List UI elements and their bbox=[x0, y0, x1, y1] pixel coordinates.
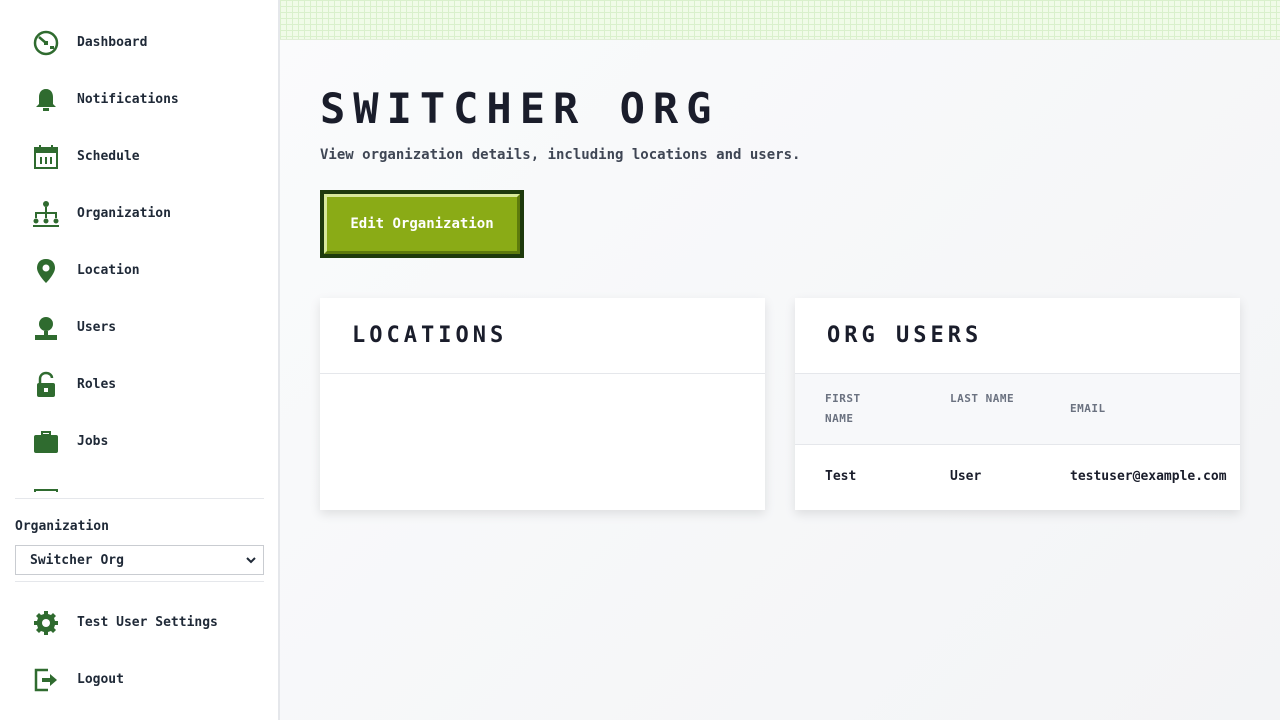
page-title: Switcher Org bbox=[320, 84, 720, 133]
table-row[interactable]: Test User testuser@example.com bbox=[795, 445, 1240, 509]
user-icon bbox=[30, 312, 62, 344]
column-header-email[interactable]: Email bbox=[1070, 399, 1106, 419]
sidebar-item-label: Organization bbox=[77, 206, 171, 221]
settings-button[interactable]: Test User Settings bbox=[0, 594, 278, 651]
main-content: Switcher Org View organization details, … bbox=[280, 0, 1280, 720]
logout-label: Logout bbox=[77, 672, 124, 687]
sidebar-item-schedule[interactable]: Schedule bbox=[0, 128, 278, 185]
header-pattern bbox=[280, 0, 1280, 40]
calendar-icon bbox=[30, 483, 62, 492]
chevron-down-icon bbox=[246, 557, 256, 564]
sidebar-item-organization[interactable]: Organization bbox=[0, 185, 278, 242]
settings-label: Test User Settings bbox=[77, 615, 218, 630]
sidebar-nav: Dashboard Notifications Schedule Organiz… bbox=[0, 0, 278, 492]
org-select-label: Organization bbox=[15, 519, 109, 534]
sidebar-item-dashboard[interactable]: Dashboard bbox=[0, 14, 278, 71]
briefcase-icon bbox=[30, 426, 62, 458]
sidebar-item-users[interactable]: Users bbox=[0, 299, 278, 356]
lock-icon bbox=[30, 369, 62, 401]
logout-icon bbox=[30, 664, 62, 696]
org-select[interactable]: Switcher Org bbox=[15, 545, 264, 575]
cell-first-name: Test bbox=[825, 469, 857, 484]
sidebar: Dashboard Notifications Schedule Organiz… bbox=[0, 0, 280, 720]
sidebar-item-location[interactable]: Location bbox=[0, 242, 278, 299]
dashboard-icon bbox=[30, 27, 62, 59]
sidebar-item-roles[interactable]: Roles bbox=[0, 356, 278, 413]
cell-last-name: User bbox=[950, 469, 982, 484]
sidebar-item-jobs[interactable]: Jobs bbox=[0, 413, 278, 470]
sidebar-item-label: Schedule bbox=[77, 149, 140, 164]
edit-organization-label: Edit Organization bbox=[324, 194, 520, 254]
gear-icon bbox=[30, 607, 62, 639]
sidebar-item-notifications[interactable]: Notifications bbox=[0, 71, 278, 128]
bell-icon bbox=[30, 84, 62, 116]
sidebar-item-label: Roles bbox=[77, 377, 117, 392]
sidebar-item-label: Users bbox=[77, 320, 117, 335]
org-users-table-header: First Name Last Name Email bbox=[795, 374, 1240, 445]
logout-button[interactable]: Logout bbox=[0, 651, 278, 708]
locations-card: Locations bbox=[320, 298, 765, 510]
cell-email: testuser@example.com bbox=[1070, 469, 1227, 484]
divider bbox=[15, 581, 264, 582]
divider bbox=[15, 498, 264, 499]
org-users-card: Org Users First Name Last Name Email Tes… bbox=[795, 298, 1240, 510]
sidebar-item-label: Location bbox=[77, 263, 140, 278]
sidebar-item-label: Jobs bbox=[77, 434, 109, 449]
sidebar-item-label: Notifications bbox=[77, 92, 179, 107]
edit-organization-button[interactable]: Edit Organization bbox=[320, 190, 524, 258]
org-chart-icon bbox=[30, 198, 62, 230]
column-header-first-name[interactable]: First Name bbox=[825, 389, 895, 429]
sidebar-item-label: Dashboard bbox=[77, 35, 148, 50]
column-header-last-name[interactable]: Last Name bbox=[950, 389, 1020, 409]
locations-title: Locations bbox=[320, 298, 765, 374]
map-pin-icon bbox=[30, 255, 62, 287]
sidebar-item-partial[interactable] bbox=[0, 470, 278, 492]
org-select-value: Switcher Org bbox=[30, 552, 124, 568]
calendar-icon bbox=[30, 141, 62, 173]
page-subtitle: View organization details, including loc… bbox=[320, 147, 801, 163]
org-users-title: Org Users bbox=[795, 298, 1240, 374]
